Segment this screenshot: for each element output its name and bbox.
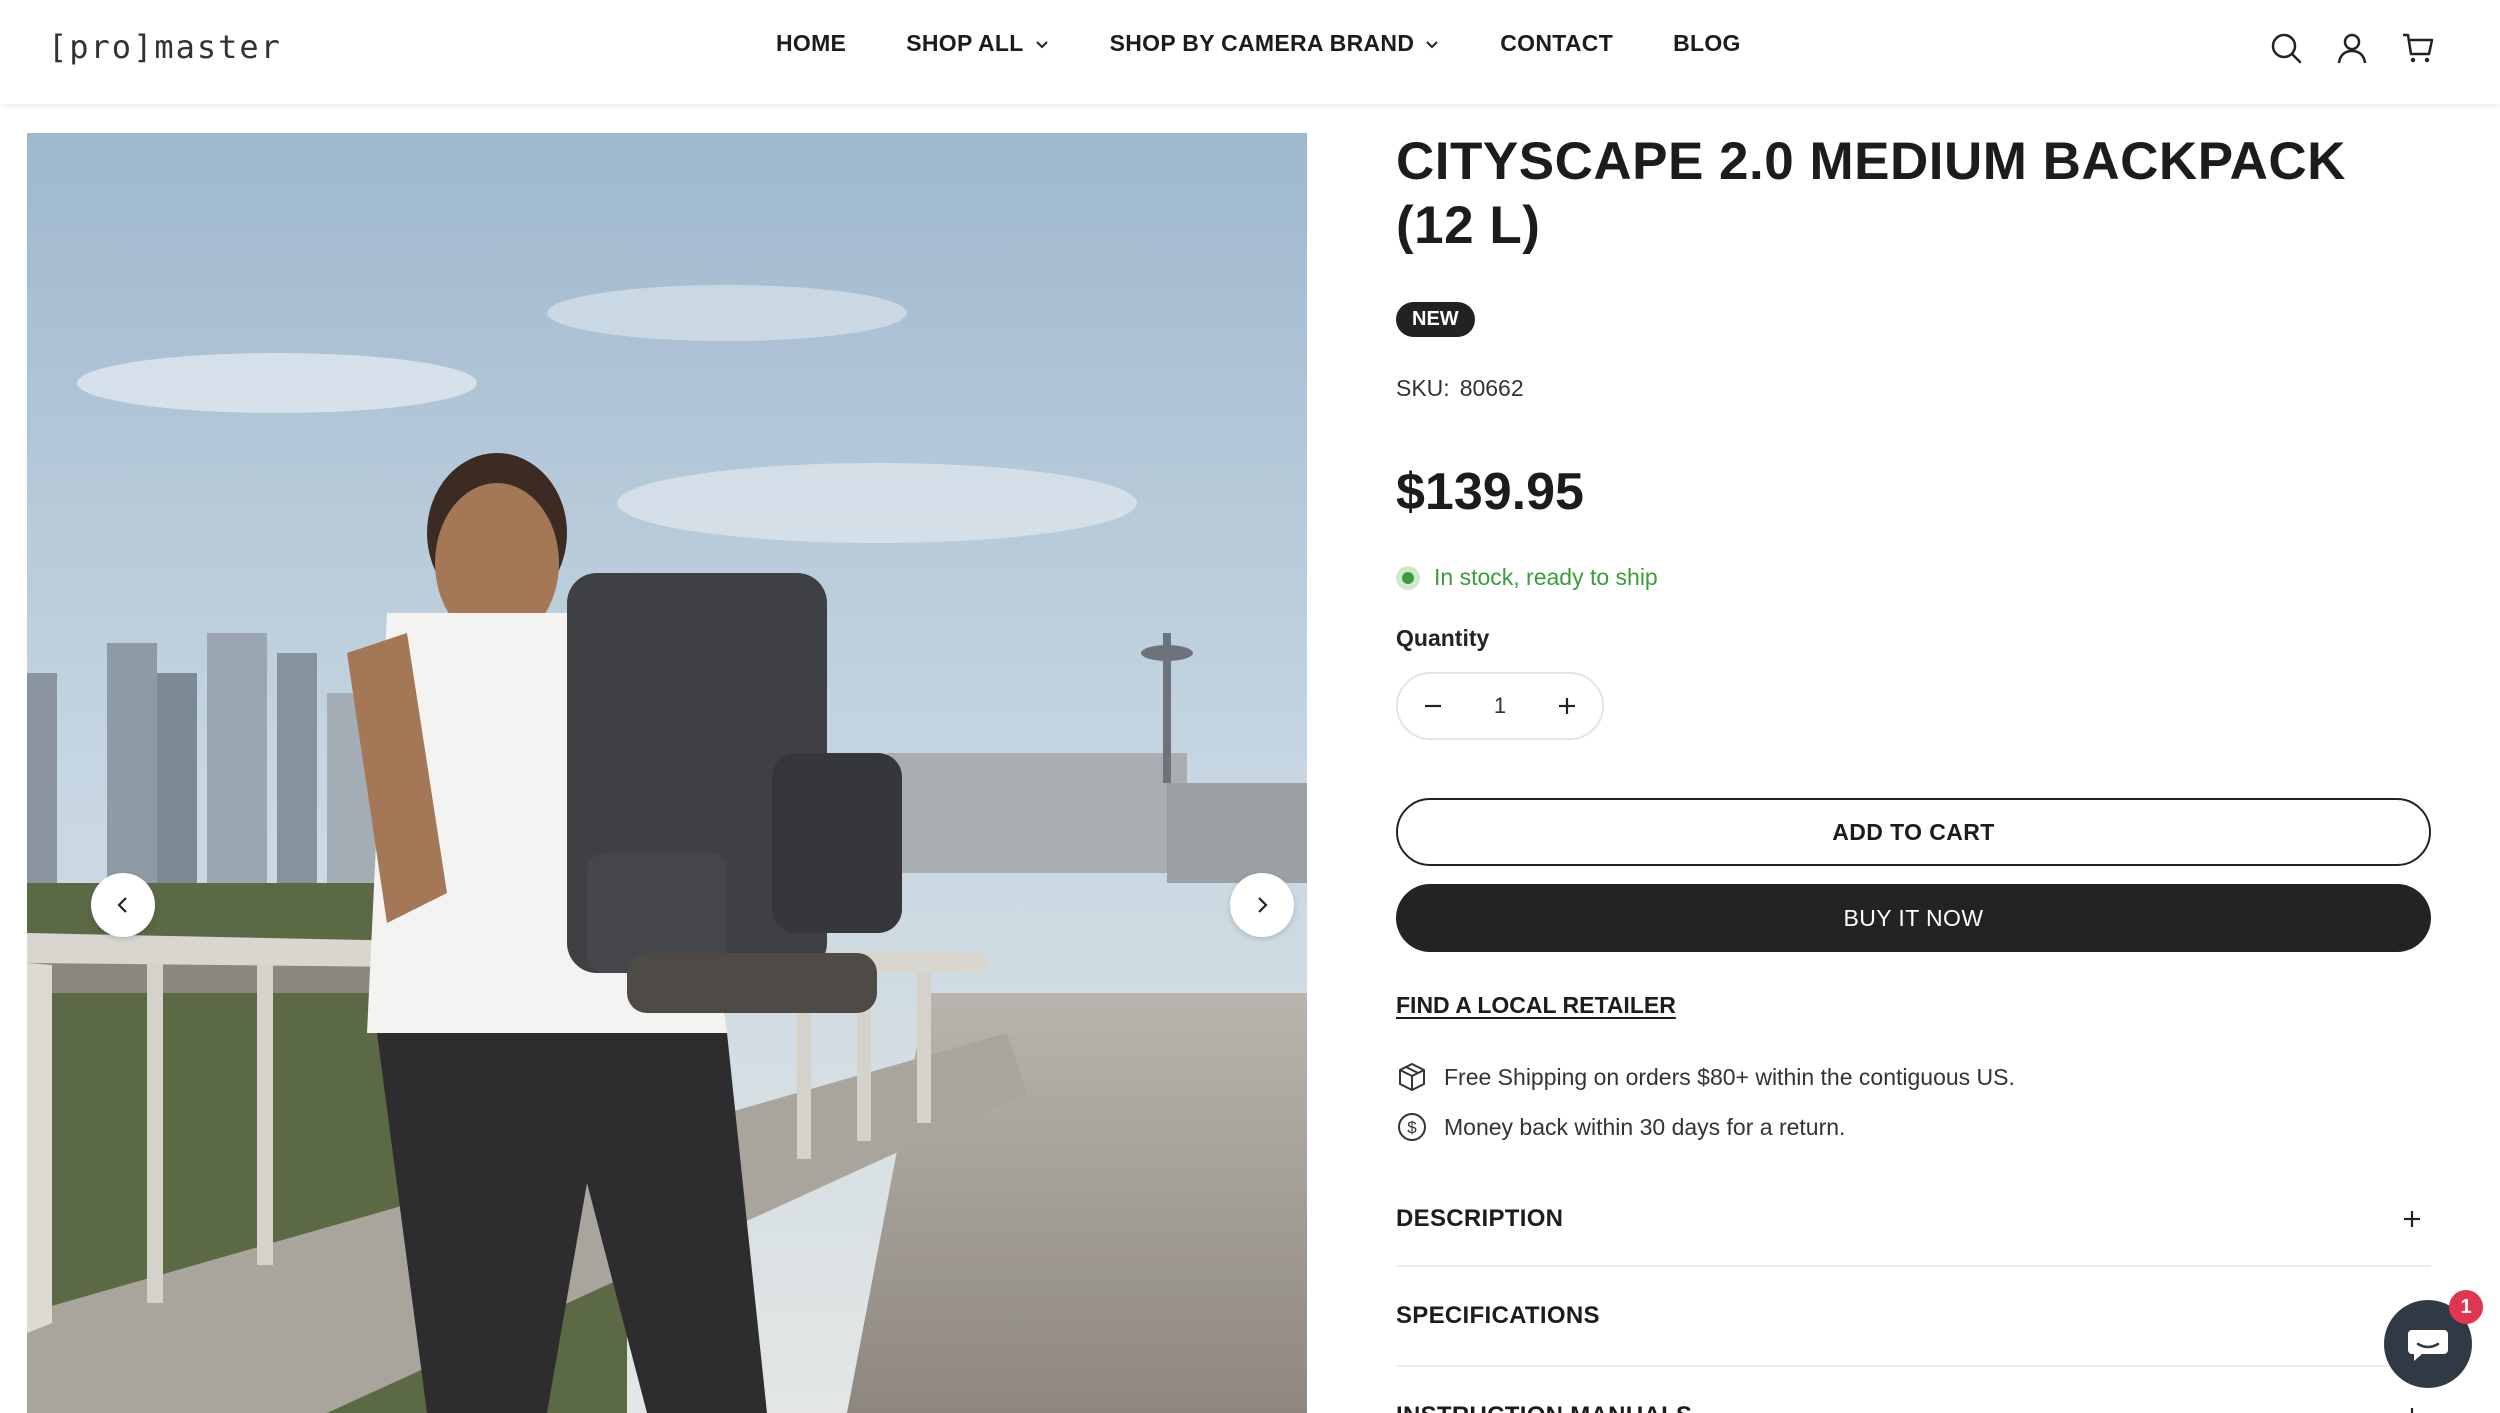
quantity-label: Quantity bbox=[1396, 625, 1490, 651]
sku: SKU: 80662 bbox=[1396, 375, 2431, 402]
find-local-retailer-link[interactable]: FIND A LOCAL RETAILER bbox=[1396, 992, 1676, 1019]
product-title: CITYSCAPE 2.0 MEDIUM BACKPACK (12 L) bbox=[1396, 132, 2346, 255]
gallery-prev-button[interactable] bbox=[91, 873, 155, 937]
plus-icon bbox=[1559, 698, 1575, 714]
product-photo bbox=[27, 133, 1307, 1413]
buy-it-now-button[interactable]: BUY IT NOW bbox=[1396, 884, 2431, 952]
search-icon[interactable] bbox=[2268, 30, 2304, 66]
nav-shop-all-label: SHOP ALL bbox=[906, 30, 1024, 56]
nav-home-label: HOME bbox=[776, 30, 847, 56]
product-accordions: DESCRIPTION SPECIFICATIONS INSTRUCTION M… bbox=[1396, 1173, 2431, 1413]
box-icon bbox=[1399, 1063, 1425, 1091]
cart-icon[interactable] bbox=[2400, 30, 2436, 66]
accordion-description-label: DESCRIPTION bbox=[1396, 1205, 1564, 1232]
stock-dot-icon bbox=[1396, 565, 1420, 590]
gallery-next-button[interactable] bbox=[1230, 873, 1294, 937]
new-badge: NEW bbox=[1396, 302, 1475, 337]
chevron-down-icon bbox=[1035, 40, 1048, 48]
chat-icon bbox=[2408, 1330, 2448, 1361]
product-gallery bbox=[27, 133, 1307, 1413]
chevron-down-icon bbox=[1426, 40, 1438, 48]
quantity-increase-button[interactable] bbox=[1554, 693, 1580, 719]
perk-free-shipping: Free Shipping on orders $80+ within the … bbox=[1396, 1061, 2431, 1093]
nav-shop-by-camera-brand[interactable]: SHOP BY CAMERA BRAND bbox=[1110, 30, 1441, 57]
plus-icon bbox=[2410, 1408, 2414, 1413]
accordion-specifications[interactable]: SPECIFICATIONS bbox=[1396, 1267, 2431, 1367]
nav-shop-all[interactable]: SHOP ALL bbox=[906, 30, 1049, 57]
nav-contact[interactable]: CONTACT bbox=[1500, 30, 1613, 57]
nav-home[interactable]: HOME bbox=[776, 30, 846, 57]
main-nav: HOME SHOP ALL SHOP BY CAMERA BRAND CONTA… bbox=[776, 30, 1741, 57]
minus-icon bbox=[1425, 704, 1441, 708]
add-to-cart-button[interactable]: ADD TO CART bbox=[1396, 798, 2431, 866]
stock-status: In stock, ready to ship bbox=[1396, 564, 2431, 591]
nav-shop-by-camera-brand-label: SHOP BY CAMERA BRAND bbox=[1109, 30, 1415, 56]
perk-free-shipping-text: Free Shipping on orders $80+ within the … bbox=[1444, 1063, 2015, 1090]
plus-icon bbox=[2404, 1211, 2420, 1227]
site-header: [pro]master HOME SHOP ALL SHOP BY CAMERA… bbox=[0, 0, 2500, 104]
sku-value: 80662 bbox=[1459, 375, 1524, 401]
header-actions bbox=[2268, 30, 2436, 66]
chevron-right-icon bbox=[1258, 897, 1268, 913]
stock-text: In stock, ready to ship bbox=[1434, 564, 1658, 590]
quantity-decrease-button[interactable] bbox=[1420, 693, 1446, 719]
dollar-icon: $ bbox=[1398, 1113, 1426, 1141]
chat-notification-badge: 1 bbox=[2449, 1290, 2483, 1324]
accordion-instruction-manuals[interactable]: INSTRUCTION MANUALS bbox=[1396, 1367, 2431, 1413]
accordion-specifications-label: SPECIFICATIONS bbox=[1396, 1302, 1600, 1329]
nav-contact-label: CONTACT bbox=[1500, 30, 1614, 56]
logo[interactable]: [pro]master bbox=[48, 28, 282, 66]
sku-label: SKU: bbox=[1396, 375, 1450, 401]
nav-blog[interactable]: BLOG bbox=[1673, 30, 1741, 57]
accordion-instruction-manuals-label: INSTRUCTION MANUALS bbox=[1396, 1402, 1692, 1413]
product-price: $139.95 bbox=[1396, 463, 1584, 521]
account-icon[interactable] bbox=[2334, 30, 2370, 66]
quantity-stepper: 1 bbox=[1396, 672, 1604, 740]
accordion-description[interactable]: DESCRIPTION bbox=[1396, 1173, 2431, 1267]
perk-money-back-text: Money back within 30 days for a return. bbox=[1444, 1113, 1846, 1140]
svg-text:$: $ bbox=[1407, 1118, 1417, 1137]
perk-money-back: $ Money back within 30 days for a return… bbox=[1396, 1111, 2431, 1143]
chevron-left-icon bbox=[117, 897, 127, 913]
nav-blog-label: BLOG bbox=[1673, 30, 1741, 56]
quantity-input[interactable]: 1 bbox=[1494, 693, 1506, 719]
product-info: CITYSCAPE 2.0 MEDIUM BACKPACK (12 L) NEW… bbox=[1396, 130, 2431, 1413]
